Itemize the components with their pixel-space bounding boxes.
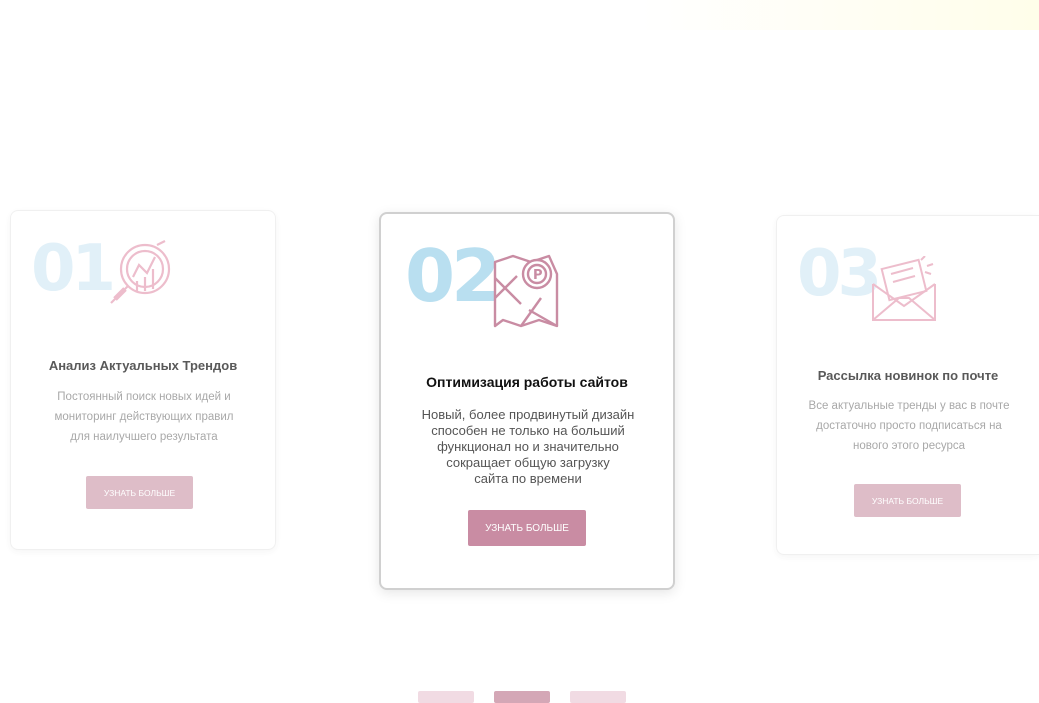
- envelope-letter-icon: [872, 256, 936, 321]
- card-title: Рассылка новинок по почте: [817, 368, 999, 383]
- card-number: 01: [31, 232, 116, 306]
- learn-more-button[interactable]: узнать больше: [468, 510, 586, 546]
- desc-line: сайта по времени: [474, 471, 582, 486]
- desc-line: Все актуальные тренды у вас в почте: [808, 400, 1010, 412]
- desc-line: сокращает общую загрузку: [446, 455, 610, 470]
- desc-line: способен не только на больший: [431, 423, 625, 438]
- magnifier-chart-icon: [110, 240, 171, 304]
- desc-line: Новый, более продвинутый дизайн: [421, 407, 635, 422]
- top-glow-decoration: [640, 0, 1039, 30]
- card-number: 02: [405, 234, 501, 318]
- service-card-mailing: 03 Рассылка новинок по почте Все актуаль…: [776, 215, 1039, 555]
- desc-line: мониторинг действующих правил: [54, 411, 234, 423]
- card-description: Постоянный поиск новых идей и мониторинг…: [31, 387, 257, 447]
- learn-more-button[interactable]: узнать больше: [86, 476, 193, 509]
- desc-line: для наилучшего результата: [70, 431, 218, 443]
- card-title: Анализ Актуальных Трендов: [48, 358, 238, 373]
- card-description: Все актуальные тренды у вас в почте дост…: [793, 396, 1025, 456]
- desc-line: Постоянный поиск новых идей и: [57, 391, 231, 403]
- pagination-dot-active[interactable]: [494, 691, 550, 703]
- svg-text:P: P: [533, 268, 543, 283]
- service-card-trends: 01 Анализ Актуальных Трендов Постоянный …: [10, 210, 276, 550]
- card-title: Оптимизация работы сайтов: [426, 374, 628, 390]
- card-number: 03: [797, 237, 882, 311]
- card-description: Новый, более продвинутый дизайн способен…: [399, 407, 657, 487]
- service-card-optimization: 02 P Оптимизация работы сайтов Новый, бо…: [379, 212, 675, 590]
- pagination-dot[interactable]: [418, 691, 474, 703]
- pagination-dot[interactable]: [570, 691, 626, 703]
- desc-line: функционал но и значительно: [437, 439, 619, 454]
- learn-more-button[interactable]: узнать больше: [854, 484, 961, 517]
- desc-line: нового этого ресурса: [852, 440, 966, 452]
- slider-pagination: [0, 691, 1039, 703]
- map-pin-icon: P: [493, 254, 559, 328]
- desc-line: достаточно просто подписаться на: [816, 420, 1002, 432]
